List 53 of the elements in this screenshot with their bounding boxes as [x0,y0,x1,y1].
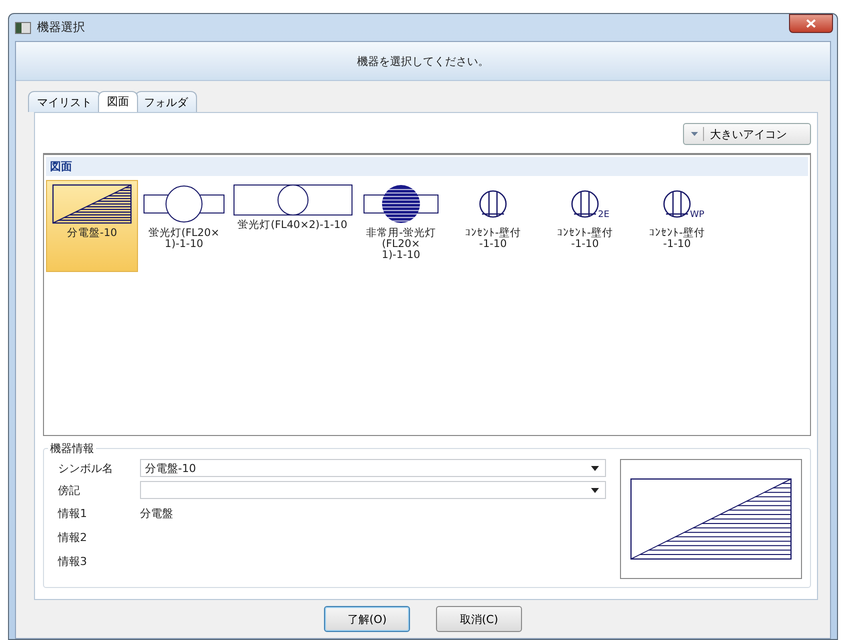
tab[interactable]: 図面 [98,91,138,112]
symbol-item[interactable]: 2E ｺﾝｾﾝﾄ-壁付 -1-10 [539,180,631,272]
instruction-text: 機器を選択してください。 [357,54,489,68]
dropdown-arrow-icon [690,131,699,137]
field-label: 情報1 [58,506,88,520]
symbol-item[interactable]: 蛍光灯(FL20× 1)-1-10 [138,180,230,272]
field-label: 情報2 [58,530,88,544]
field-label: シンボル名 [58,460,114,476]
group-title: 図面 [50,160,72,173]
close-icon [806,19,816,28]
symbol-item[interactable]: 分電盤-10 [46,180,138,272]
window-title: 機器選択 [37,19,86,36]
dialog-button[interactable]: 取消(C) [436,606,522,632]
dropdown-arrow-icon [591,488,599,492]
emergency-lamp-icon [363,184,439,224]
tab[interactable]: マイリスト [28,91,101,112]
symbol-label: -1-10 [479,239,507,250]
window-icon [15,22,31,34]
field-value: 分電盤 [140,506,173,520]
symbol-label: ｺﾝｾﾝﾄ-壁付 [557,228,613,239]
outlet-symbol-icon [570,189,600,219]
symbol-label: 1)-1-10 [382,250,420,261]
dropdown-arrow-icon [591,466,599,470]
symbol-item[interactable]: WP ｺﾝｾﾝﾄ-壁付 -1-10 [631,180,723,272]
symbol-label: 分電盤-10 [66,228,118,239]
field-label: 傍記 [58,482,81,498]
symbol-suffix: 2E [598,210,610,220]
symbol-label: -1-10 [571,239,599,250]
panel-symbol-icon [52,184,132,224]
tab[interactable]: フォルダ [135,91,197,112]
symbol-suffix: WP [690,210,704,220]
symbol-label: 非常用-蛍光灯 [366,228,436,239]
symbol-label: ｺﾝｾﾝﾄ-壁付 [465,228,521,239]
dialog-button[interactable]: 了解(O) [324,606,410,632]
symbol-name-combo[interactable]: 分電盤-10 [140,459,606,477]
symbol-label: -1-10 [663,239,691,250]
group-title: 機器情報 [48,441,96,456]
outlet-symbol-icon [662,189,692,219]
symbol-item[interactable]: 非常用-蛍光灯 (FL20× 1)-1-10 [355,180,447,272]
symbol-item[interactable]: 蛍光灯(FL40×2)-1-10 [230,180,355,272]
lamp-symbol-icon [232,184,352,216]
close-button[interactable] [789,14,833,33]
view-dropdown[interactable]: 大きいアイコン [683,123,811,145]
symbol-label: ｺﾝｾﾝﾄ-壁付 [649,228,705,239]
lamp-symbol-icon [143,184,225,224]
panel-symbol-icon [630,478,792,560]
outlet-symbol-icon [478,189,508,219]
symbol-item[interactable]: ｺﾝｾﾝﾄ-壁付 -1-10 [447,180,539,272]
field-label: 情報3 [58,554,88,568]
symbol-label: 蛍光灯(FL40×2)-1-10 [238,220,348,231]
symbol-label: 1)-1-10 [164,239,204,250]
symbol-label: (FL20× [382,239,420,250]
symbol-label: 蛍光灯(FL20× [148,228,220,239]
